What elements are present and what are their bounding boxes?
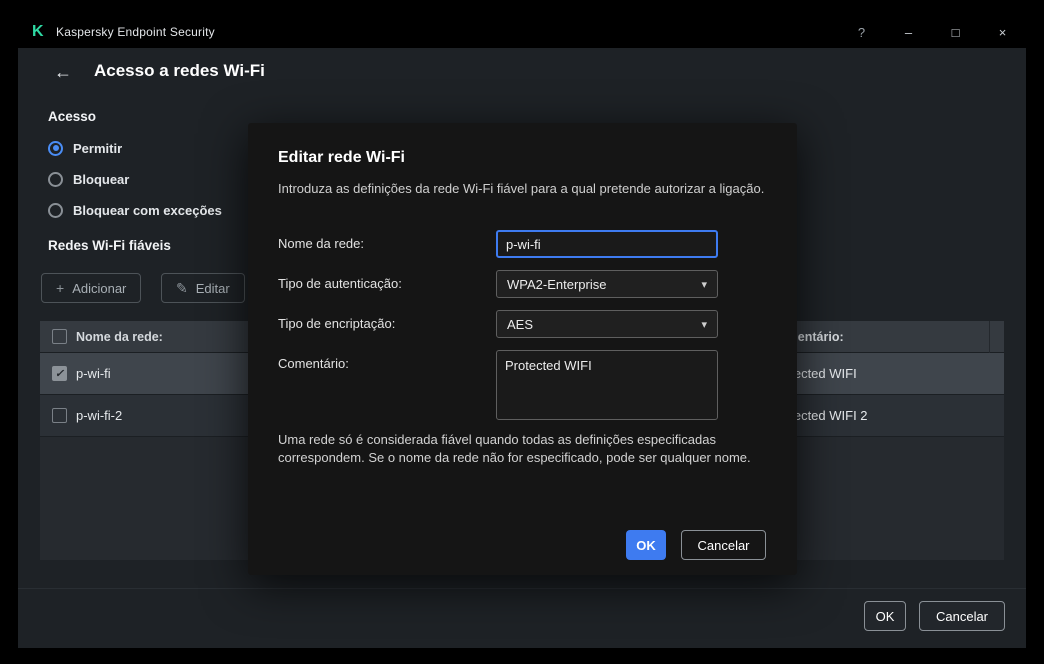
row-checkbox[interactable] [52, 408, 67, 423]
pencil-icon: ✎ [176, 279, 188, 296]
radio-icon [48, 171, 63, 187]
row-checkbox-checked[interactable]: ✓ [52, 366, 67, 381]
window-ok-button[interactable]: OK [864, 601, 906, 631]
window-controls: ? – □ × [838, 16, 1026, 48]
app-title: Kaspersky Endpoint Security [56, 25, 215, 39]
kaspersky-logo-icon: K [32, 23, 44, 40]
radio-icon [48, 202, 63, 218]
encryption-type-select[interactable]: AES ▾ [496, 310, 718, 338]
select-all-checkbox[interactable] [52, 329, 67, 344]
back-arrow-icon[interactable]: ← [54, 62, 72, 83]
edit-wifi-network-dialog: Editar rede Wi-Fi Introduza as definiçõe… [248, 123, 797, 575]
dialog-cancel-button[interactable]: Cancelar [681, 530, 766, 560]
network-name-input[interactable] [496, 230, 718, 258]
footer-divider [18, 588, 1026, 589]
radio-label: Permitir [73, 140, 123, 156]
radio-selected-icon [48, 140, 63, 156]
network-name-cell: p-wi-fi-2 [76, 408, 123, 423]
add-network-button[interactable]: + Adicionar [41, 273, 142, 303]
network-name-cell: p-wi-fi [76, 366, 111, 381]
network-name-label: Nome da rede: [278, 236, 364, 251]
encryption-type-value: AES [507, 316, 534, 332]
auth-type-select[interactable]: WPA2-Enterprise ▾ [496, 270, 718, 298]
dialog-title: Editar rede Wi-Fi [278, 149, 405, 166]
header-scroll-strip [989, 321, 1004, 353]
titlebar: K Kaspersky Endpoint Security ? – □ × [18, 16, 1026, 48]
dialog-note: Uma rede só é considerada fiável quando … [278, 432, 751, 465]
edit-network-label: Editar [195, 280, 230, 296]
close-icon[interactable]: × [979, 16, 1026, 48]
auth-type-label: Tipo de autenticação: [278, 276, 402, 291]
radio-label: Bloquear [73, 171, 130, 187]
radio-bloquear-com-excecoes[interactable]: Bloquear com exceções [48, 200, 222, 220]
radio-permitir[interactable]: Permitir [48, 138, 122, 158]
dialog-description: Introduza as definições da rede Wi-Fi fi… [278, 181, 765, 196]
trusted-networks-heading: Redes Wi-Fi fiáveis [48, 238, 171, 253]
add-network-label: Adicionar [72, 280, 127, 296]
window-cancel-button[interactable]: Cancelar [919, 601, 1005, 631]
maximize-icon[interactable]: □ [932, 16, 979, 48]
radio-label: Bloquear com exceções [73, 202, 222, 218]
radio-bloquear[interactable]: Bloquear [48, 169, 129, 189]
plus-icon: + [56, 280, 65, 296]
comment-textarea[interactable]: Protected WIFI [496, 350, 718, 420]
access-heading: Acesso [48, 109, 97, 124]
comment-label: Comentário: [278, 356, 349, 371]
encryption-type-label: Tipo de encriptação: [278, 316, 396, 331]
minimize-icon[interactable]: – [885, 16, 932, 48]
chevron-down-icon: ▾ [701, 318, 707, 331]
check-icon: ✓ [54, 368, 65, 380]
edit-network-button[interactable]: ✎ Editar [161, 273, 245, 303]
column-header-name[interactable]: Nome da rede: [76, 330, 163, 344]
help-icon[interactable]: ? [838, 16, 885, 48]
dialog-ok-button[interactable]: OK [626, 530, 666, 560]
page-title: Acesso a redes Wi-Fi [94, 61, 265, 80]
auth-type-value: WPA2-Enterprise [507, 276, 607, 292]
chevron-down-icon: ▾ [701, 278, 707, 291]
